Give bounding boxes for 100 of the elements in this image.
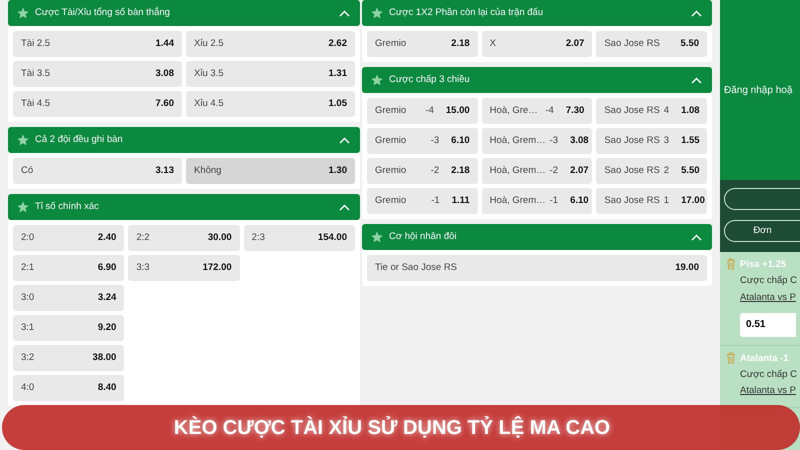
option-label: Tie or Sao Jose RS: [375, 260, 458, 275]
section-header[interactable]: Tỉ số chính xác: [8, 194, 360, 220]
option-label: Sao Jose RS: [604, 194, 660, 208]
section-header[interactable]: Cược Tài/Xỉu tổng số bàn thắng: [8, 0, 360, 26]
option-label: Sao Jose RS: [604, 36, 660, 51]
handicap-line: 2: [664, 164, 670, 178]
odds-button[interactable]: Xỉu 3.5 1.31: [186, 61, 355, 87]
odds-button[interactable]: Tài 4.5 7.60: [13, 91, 182, 117]
option-label: Gremio: [375, 36, 406, 51]
odds-value: 1.08: [681, 104, 700, 118]
odds-button[interactable]: Xỉu 4.5 1.05: [186, 91, 355, 117]
handicap-line: -2: [430, 164, 440, 178]
option-label: 4:0: [21, 380, 34, 395]
odds-button[interactable]: 2:0 2.40: [13, 225, 124, 251]
odds-button[interactable]: Gremio -1 1.11: [367, 188, 478, 214]
bet-selection: Atalanta -1: [740, 352, 790, 366]
odds-value: 17.00: [681, 194, 705, 208]
bet-type-button[interactable]: Đơn: [724, 220, 800, 242]
odds-button[interactable]: Hoà, Gre… -4 7.30: [482, 98, 592, 124]
odds-value: 2.62: [328, 36, 347, 51]
option-label: Có: [21, 164, 34, 178]
option-label: Gremio: [375, 104, 406, 118]
option-label: 3:3: [136, 260, 150, 275]
option-label: 2:0: [21, 230, 34, 245]
odds-button[interactable]: 4:0 8.40: [13, 375, 124, 401]
match-link[interactable]: Atalanta vs P: [740, 384, 797, 398]
odds-button[interactable]: Gremio -2 2.18: [367, 158, 478, 184]
odds-button[interactable]: 3:0 3.24: [13, 285, 124, 311]
odds-value: 30.00: [208, 230, 232, 245]
odds-value: 2.07: [570, 164, 589, 178]
odds-button[interactable]: 3:2 38.00: [13, 345, 124, 371]
handicap-line: -1: [550, 194, 558, 208]
odds-value: 1.31: [328, 66, 347, 81]
odds-button[interactable]: Hoà, Grem… -2 2.07: [482, 158, 592, 184]
odds-button[interactable]: Sao Jose RS 2 5.50: [596, 158, 708, 184]
section-header[interactable]: Cược chấp 3 chiều: [362, 67, 712, 93]
odds-value: 2.18: [451, 164, 470, 178]
odds-value: 172.00: [202, 260, 232, 275]
star-icon: [17, 201, 29, 213]
odds-value: 1.55: [681, 134, 700, 148]
handicap-line: -1: [431, 194, 440, 208]
odds-button[interactable]: Gremio -3 6.10: [367, 128, 478, 154]
odds-button[interactable]: Tài 2.5 1.44: [13, 31, 182, 57]
option-label: Không: [194, 164, 222, 178]
odds-button[interactable]: 3:3 172.00: [128, 255, 240, 281]
odds-button[interactable]: Tie or Sao Jose RS 19.00: [367, 255, 707, 281]
handicap-line: 3: [664, 134, 670, 148]
section-header[interactable]: Cả 2 đội đều ghi bàn: [8, 127, 360, 153]
odds-value: 3.08: [156, 66, 174, 81]
option-label: Hoà, Gre…: [490, 104, 538, 118]
option-label: 2:2: [136, 230, 150, 245]
bet-market: Cược chấp C: [740, 274, 797, 288]
option-label: 2:3: [252, 230, 265, 245]
bet-selection: Pisa +1.25: [740, 258, 788, 272]
option-label: 3:0: [21, 290, 34, 305]
odds-button[interactable]: 3:1 9.20: [13, 315, 124, 341]
odds-button[interactable]: Xỉu 2.5 2.62: [186, 31, 355, 57]
handicap-line: -2: [550, 164, 558, 178]
odds-value: 2.18: [451, 36, 470, 51]
bet-market: Cược chấp C: [740, 368, 797, 382]
odds-button[interactable]: 2:3 154.00: [244, 225, 355, 251]
odds-button[interactable]: Gremio 2.18: [367, 31, 478, 57]
option-label: Hoà, Grem…: [490, 164, 546, 178]
star-icon: [371, 7, 383, 19]
handicap-line: -4: [545, 104, 554, 118]
odds-button[interactable]: Sao Jose RS 1 17.00: [596, 188, 708, 214]
odds-button[interactable]: 2:1 6.90: [13, 255, 124, 281]
odds-button[interactable]: Hoà, Grem… -3 3.08: [482, 128, 592, 154]
odds-button[interactable]: Có 3.13: [13, 158, 182, 184]
odds-button[interactable]: X 2.07: [482, 31, 592, 57]
option-label: Tài 2.5: [21, 36, 50, 51]
option-label: Gremio: [375, 134, 406, 148]
odds-button[interactable]: Gremio -4 15.00: [367, 98, 478, 124]
section-title: Cược 1X2 Phần còn lại của trận đấu: [389, 6, 544, 20]
option-button[interactable]: [724, 188, 800, 210]
odds-button[interactable]: 2:2 30.00: [128, 225, 240, 251]
login-text[interactable]: Đăng nhập hoặ: [724, 82, 792, 98]
match-link[interactable]: Atalanta vs P: [740, 290, 797, 305]
odds-value: 1.30: [328, 164, 347, 178]
option-label: Tài 3.5: [21, 66, 50, 81]
trash-icon[interactable]: [726, 352, 736, 364]
odds-button[interactable]: Sao Jose RS 3 1.55: [596, 128, 708, 154]
odds-value: 3.24: [98, 290, 116, 305]
odds-button[interactable]: Sao Jose RS 5.50: [596, 31, 708, 57]
banner-title: KÈO CƯỢC TÀI XỈU SỬ DỤNG TỶ LỆ MA CAO: [174, 415, 610, 440]
stake-field[interactable]: 0.51: [740, 312, 796, 337]
odds-button[interactable]: Sao Jose RS 4 1.08: [596, 98, 708, 124]
option-label: Gremio: [375, 164, 406, 178]
option-label: Hoà, Grem…: [490, 194, 546, 208]
odds-button[interactable]: Hoà, Grem… -1 6.10: [482, 188, 592, 214]
odds-button[interactable]: Tài 3.5 3.08: [13, 61, 182, 87]
section-header[interactable]: Cơ hội nhân đôi: [362, 224, 712, 250]
option-label: 3:1: [21, 320, 34, 335]
odds-button[interactable]: Không 1.30: [186, 158, 355, 184]
odds-value: 6.90: [98, 260, 116, 275]
section-title: Tỉ số chính xác: [35, 200, 100, 214]
odds-value: 1.11: [452, 194, 470, 208]
trash-icon[interactable]: [726, 258, 736, 270]
section-header[interactable]: Cược 1X2 Phần còn lại của trận đấu: [362, 0, 712, 26]
handicap-line: -4: [425, 104, 434, 118]
